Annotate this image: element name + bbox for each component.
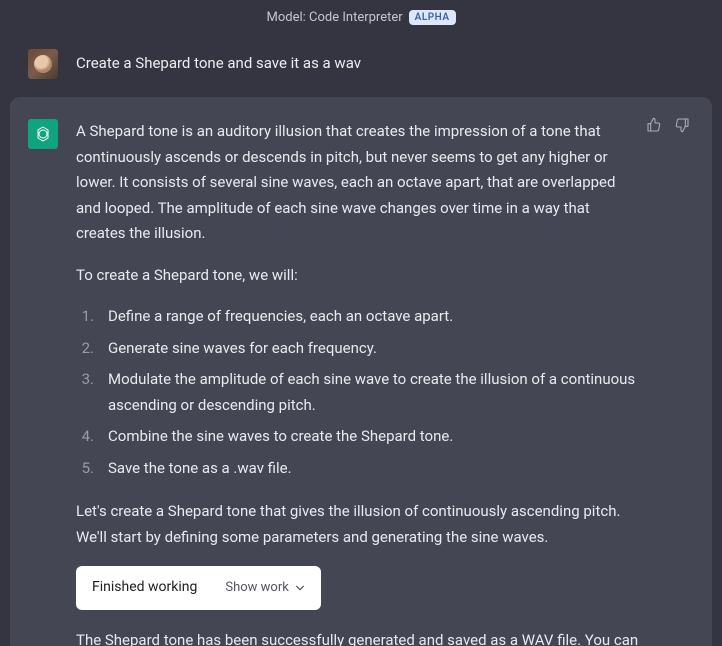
code-work-box: Finished working Show work bbox=[76, 566, 321, 610]
thumbs-up-icon bbox=[646, 117, 662, 133]
intro-paragraph: A Shepard tone is an auditory illusion t… bbox=[76, 119, 642, 247]
step-text: Generate sine waves for each frequency. bbox=[108, 336, 377, 362]
work-status: Finished working bbox=[92, 576, 197, 600]
thumbs-down-icon bbox=[674, 117, 690, 133]
user-message-row: Create a Shepard tone and save it as a w… bbox=[0, 31, 722, 97]
list-item: Generate sine waves for each frequency. bbox=[76, 336, 642, 362]
thumbs-down-button[interactable] bbox=[674, 117, 692, 135]
step-text: Save the tone as a .wav file. bbox=[108, 456, 292, 482]
list-item: Save the tone as a .wav file. bbox=[76, 456, 642, 482]
user-avatar bbox=[28, 49, 58, 79]
result-paragraph: The Shepard tone has been successfully g… bbox=[76, 628, 642, 646]
assistant-message-row: A Shepard tone is an auditory illusion t… bbox=[10, 97, 712, 646]
step-text: Modulate the amplitude of each sine wave… bbox=[108, 367, 642, 418]
thumbs-up-button[interactable] bbox=[646, 117, 664, 135]
alpha-badge: ALPHA bbox=[409, 10, 456, 25]
openai-logo-icon bbox=[33, 124, 53, 144]
feedback-buttons bbox=[646, 117, 692, 135]
list-item: Modulate the amplitude of each sine wave… bbox=[76, 367, 642, 418]
assistant-avatar bbox=[28, 119, 58, 149]
explain-paragraph: Let's create a Shepard tone that gives t… bbox=[76, 499, 642, 550]
step-text: Define a range of frequencies, each an o… bbox=[108, 304, 453, 330]
model-label: Model: Code Interpreter bbox=[267, 10, 403, 25]
show-work-label: Show work bbox=[225, 577, 288, 599]
steps-list: Define a range of frequencies, each an o… bbox=[76, 304, 642, 481]
show-work-button[interactable]: Show work bbox=[225, 577, 304, 599]
assistant-message-content: A Shepard tone is an auditory illusion t… bbox=[76, 119, 690, 646]
chat-window: Model: Code Interpreter ALPHA Create a S… bbox=[0, 0, 722, 646]
step-text: Combine the sine waves to create the She… bbox=[108, 424, 453, 450]
list-item: Define a range of frequencies, each an o… bbox=[76, 304, 642, 330]
result-prefix: The Shepard tone has been successfully g… bbox=[76, 631, 638, 646]
plan-lead: To create a Shepard tone, we will: bbox=[76, 263, 642, 289]
list-item: Combine the sine waves to create the She… bbox=[76, 424, 642, 450]
model-header: Model: Code Interpreter ALPHA bbox=[0, 0, 722, 31]
user-message-text: Create a Shepard tone and save it as a w… bbox=[76, 49, 694, 79]
chevron-down-icon bbox=[295, 583, 305, 593]
